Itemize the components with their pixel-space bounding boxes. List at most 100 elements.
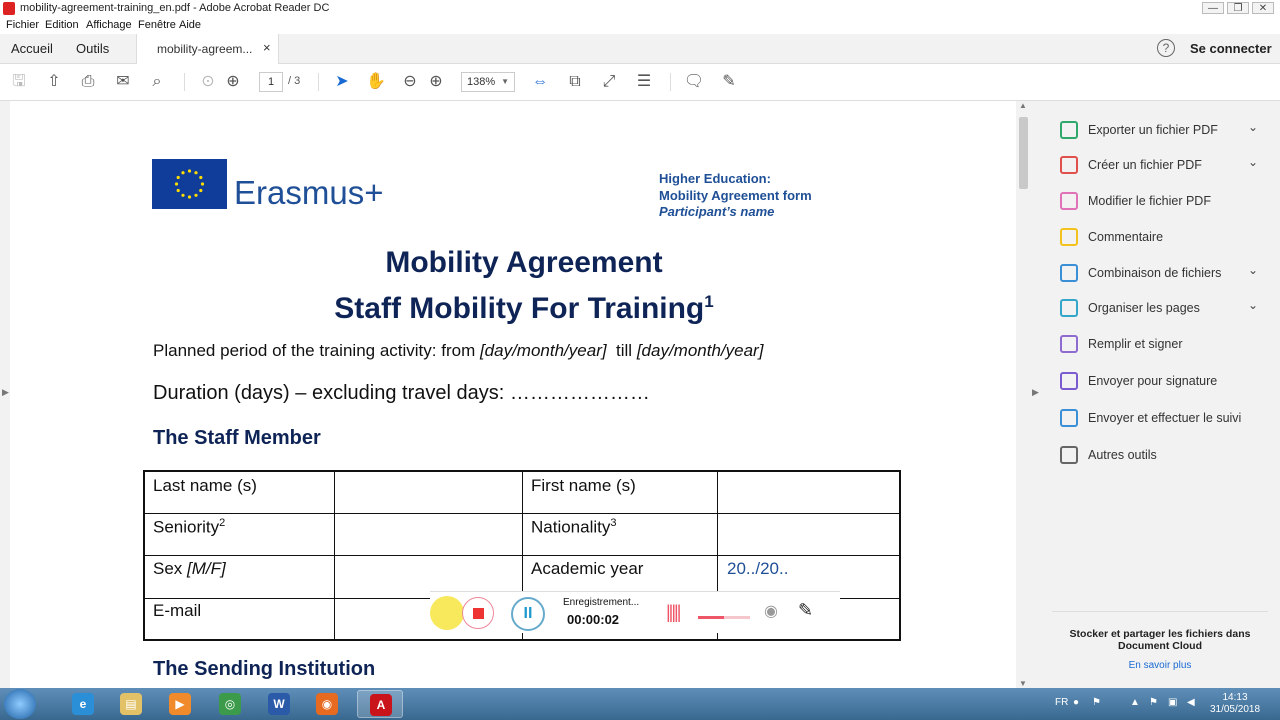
close-tab-icon[interactable]: × — [263, 40, 271, 55]
tool-more-tools[interactable]: Autres outils — [1040, 440, 1280, 470]
tool-fill-sign[interactable]: Remplir et signer — [1040, 329, 1280, 359]
volume-slider[interactable] — [698, 616, 750, 619]
taskbar-app-file-explorer[interactable]: ▤ — [108, 690, 154, 718]
taskbar-app-firefox[interactable]: ◉ — [304, 690, 350, 718]
chevron-down-icon[interactable]: ⌄ — [1248, 120, 1258, 134]
network-tray-icon[interactable]: ⚑ — [1092, 697, 1101, 708]
zoom-in-icon[interactable]: ⊕ — [424, 70, 448, 94]
scrollbar-thumb[interactable] — [1019, 117, 1028, 189]
tool-create-pdf[interactable]: Créer un fichier PDF ⌄ — [1040, 150, 1280, 180]
tool-label: Remplir et signer — [1088, 337, 1183, 351]
tab-tools[interactable]: Outils — [76, 41, 109, 56]
close-window-button[interactable]: ✕ — [1252, 2, 1274, 14]
tool-send-signature[interactable]: Envoyer pour signature — [1040, 366, 1280, 396]
help-icon[interactable]: ? — [1157, 39, 1175, 57]
pause-recording-button[interactable]: II — [511, 597, 545, 631]
document-cloud-text: Stocker et partager les fichiers dans Do… — [1069, 628, 1251, 652]
tool-comment[interactable]: Commentaire — [1040, 222, 1280, 252]
chevron-down-icon[interactable]: ⌄ — [1248, 155, 1258, 169]
planned-till: [day/month/year] — [636, 341, 764, 360]
organize-pages-icon — [1060, 299, 1078, 317]
taskbar-app-word[interactable]: W — [256, 690, 302, 718]
audio-level-icon: ||||| — [666, 602, 681, 622]
page-up-icon[interactable]: ⊙ — [196, 70, 220, 94]
form-header: Higher Education: Mobility Agreement for… — [659, 171, 812, 221]
system-clock[interactable]: 14:13 31/05/2018 — [1206, 692, 1264, 716]
vertical-scrollbar[interactable]: ▲ ▼ — [1016, 101, 1032, 688]
combine-files-icon — [1060, 264, 1078, 282]
comment-icon[interactable]: 🗨 — [682, 70, 706, 94]
zoom-out-icon[interactable]: ⊖ — [398, 70, 422, 94]
taskbar-app-internet-explorer[interactable]: e — [60, 690, 106, 718]
upload-icon[interactable]: ⇧ — [42, 70, 66, 94]
fit-width-icon[interactable]: ⇔ — [528, 70, 552, 94]
document-title: Mobility Agreement — [385, 246, 663, 279]
print-icon[interactable]: ⎙ — [76, 70, 100, 94]
tool-label: Exporter un fichier PDF — [1088, 123, 1218, 137]
menu-aide[interactable]: Aide — [179, 19, 201, 31]
tool-label: Combinaison de fichiers — [1088, 266, 1222, 280]
mail-icon[interactable]: ✉ — [111, 70, 135, 94]
toolbar-separator — [318, 73, 319, 91]
tool-combine-files[interactable]: Combinaison de fichiers ⌄ — [1040, 258, 1280, 288]
menu-fenetre[interactable]: Fenêtre — [138, 19, 176, 31]
sex-options: [M/F] — [187, 559, 226, 578]
scroll-down-icon[interactable]: ▼ — [1019, 679, 1027, 688]
menu-bar: Fichier Edition Affichage Fenêtre Aide — [0, 17, 1280, 34]
scroll-up-icon[interactable]: ▲ — [1019, 101, 1027, 110]
stop-recording-button[interactable] — [462, 597, 494, 629]
start-button[interactable] — [4, 689, 36, 719]
help-tray-icon[interactable]: ● — [1073, 697, 1079, 708]
taskbar-app-chrome[interactable]: ◎ — [207, 690, 253, 718]
search-icon[interactable]: ⌕ — [145, 70, 169, 94]
menu-fichier[interactable]: Fichier — [6, 19, 39, 31]
left-panel-toggle[interactable]: ▶ — [0, 101, 10, 688]
toolbar-separator — [184, 73, 185, 91]
taskbar-app-media-player[interactable]: ▶ — [157, 690, 203, 718]
eu-flag-logo — [152, 159, 227, 209]
clock-time: 14:13 — [1222, 692, 1248, 703]
menu-edition[interactable]: Edition — [45, 19, 79, 31]
right-panel-toggle[interactable]: ▶ — [1032, 101, 1040, 688]
volume-icon[interactable]: ◀ — [1187, 697, 1195, 708]
pen-icon[interactable]: ✎ — [717, 70, 741, 94]
page-number-input[interactable]: 1 — [259, 72, 283, 92]
tab-home[interactable]: Accueil — [11, 41, 53, 56]
tab-document[interactable]: mobility-agreem... × — [136, 34, 279, 64]
save-icon[interactable]: 🖫 — [7, 70, 31, 94]
toolbar: 🖫 ⇧ ⎙ ✉ ⌕ ⊙ ⊕ 1 / 3 ➤ ✋ ⊖ ⊕ 138% ▼ ⇔ ⧉ ⤢… — [0, 64, 1280, 101]
acrobat-app-icon — [3, 2, 15, 15]
taskbar-app-acrobat[interactable]: A — [357, 690, 403, 718]
tool-send-track[interactable]: Envoyer et effectuer le suivi — [1040, 403, 1280, 433]
tool-label: Organiser les pages — [1088, 301, 1200, 315]
page-down-icon[interactable]: ⊕ — [221, 70, 245, 94]
chevron-down-icon[interactable]: ⌄ — [1248, 263, 1258, 277]
menu-affichage[interactable]: Affichage — [86, 19, 132, 31]
minimize-button[interactable]: — — [1202, 2, 1224, 14]
sign-in-button[interactable]: Se connecter — [1190, 41, 1272, 56]
tool-organize-pages[interactable]: Organiser les pages ⌄ — [1040, 293, 1280, 323]
show-hidden-icons[interactable]: ▲ — [1130, 697, 1140, 708]
fullscreen-icon[interactable]: ⤢ — [597, 70, 621, 94]
language-indicator[interactable]: FR — [1055, 697, 1068, 708]
zoom-select[interactable]: 138% ▼ — [461, 72, 515, 92]
webcam-icon[interactable]: ◉ — [764, 601, 778, 621]
tool-label: Créer un fichier PDF — [1088, 158, 1202, 172]
chevron-down-icon[interactable]: ⌄ — [1248, 298, 1258, 312]
window-title: mobility-agreement-training_en.pdf - Ado… — [20, 2, 330, 14]
select-cursor-icon[interactable]: ➤ — [330, 70, 354, 94]
scroll-mode-icon[interactable]: ☰ — [632, 70, 656, 94]
label-seniority-text: Seniority — [153, 517, 220, 537]
hand-icon[interactable]: ✋ — [364, 70, 388, 94]
tool-edit-pdf[interactable]: Modifier le fichier PDF — [1040, 186, 1280, 216]
learn-more-link[interactable]: En savoir plus — [1060, 660, 1260, 671]
draw-pen-icon[interactable]: ✎ — [798, 600, 813, 621]
section-staff-member: The Staff Member — [153, 427, 321, 449]
label-academic-year: Academic year — [531, 559, 644, 578]
restore-button[interactable]: ❐ — [1227, 2, 1249, 14]
network-icon[interactable]: ▣ — [1168, 697, 1177, 708]
flag-tray-icon[interactable]: ⚑ — [1149, 697, 1158, 708]
fit-page-icon[interactable]: ⧉ — [563, 70, 587, 94]
acrobat-icon: A — [370, 694, 392, 716]
tool-export-pdf[interactable]: Exporter un fichier PDF ⌄ — [1040, 115, 1280, 145]
